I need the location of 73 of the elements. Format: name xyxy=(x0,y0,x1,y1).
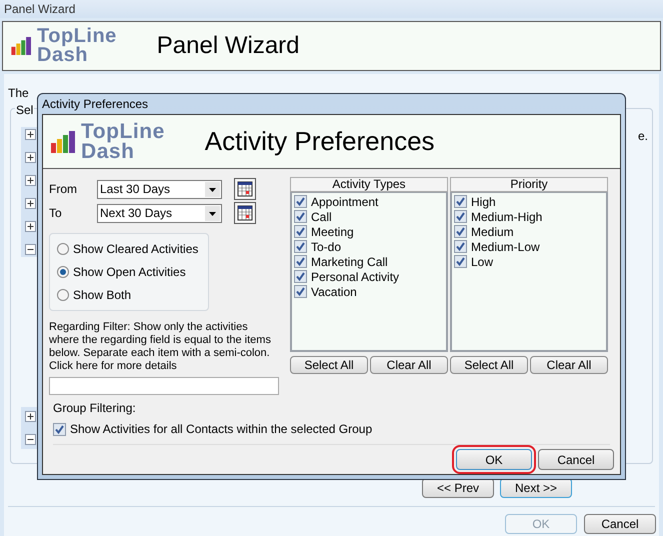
checkbox[interactable] xyxy=(294,240,307,253)
regarding-field[interactable] xyxy=(49,377,279,395)
list-item-label: High xyxy=(471,194,496,210)
intro-text: The xyxy=(7,85,30,102)
collapse-icon[interactable] xyxy=(25,244,36,255)
checkbox[interactable] xyxy=(454,255,467,268)
column-header: Activity Types xyxy=(290,177,448,192)
option-label: Show Open Activities xyxy=(73,264,186,281)
radio-button[interactable] xyxy=(57,266,69,278)
date-label: To xyxy=(49,205,63,222)
expand-icon[interactable] xyxy=(25,129,36,140)
checkbox[interactable] xyxy=(454,195,467,208)
list-item-label: Low xyxy=(471,254,494,270)
checkbox[interactable] xyxy=(294,255,307,268)
calendar-icon xyxy=(237,181,253,197)
radio-button[interactable] xyxy=(57,243,69,255)
list-item-label: Personal Activity xyxy=(311,268,400,286)
list-item-label: Vacation xyxy=(311,284,357,300)
dialog-title: Activity Preferences xyxy=(41,96,150,113)
option-label: Show Cleared Activities xyxy=(73,241,198,258)
wizard-title: Panel Wizard xyxy=(156,31,300,61)
logo-text: TopLine xyxy=(37,27,117,46)
calendar-button[interactable] xyxy=(234,202,256,224)
expand-icon[interactable] xyxy=(25,175,36,186)
date-label: From xyxy=(49,181,78,198)
list-item-label: Medium-High xyxy=(471,208,542,226)
logo-text: Dash xyxy=(37,46,88,65)
list-item-label: Call xyxy=(311,208,332,226)
regarding-filter-text: Regarding Filter: Show only the activities where the regarding field is equal to the items below. Separate each item with a semi-colon. Click here for more details xyxy=(49,321,272,373)
list-item-label: Appointment xyxy=(311,194,378,210)
description-text: e. xyxy=(638,128,648,145)
collapse-icon[interactable] xyxy=(25,434,36,445)
checkbox[interactable] xyxy=(294,210,307,223)
dialog-heading: Activity Preferences xyxy=(204,125,435,158)
bar-chart-icon xyxy=(51,130,77,152)
checkbox[interactable] xyxy=(294,285,307,298)
checkbox[interactable] xyxy=(454,210,467,223)
list-item-label: To-do xyxy=(311,238,342,256)
checkbox[interactable] xyxy=(454,225,467,238)
select-all-button[interactable]: Select All xyxy=(290,356,368,374)
list-item-label: Medium-Low xyxy=(471,238,540,256)
calendar-icon xyxy=(237,205,253,221)
expand-icon[interactable] xyxy=(25,411,36,422)
logo-text: Dash xyxy=(81,142,134,162)
bar-chart-icon xyxy=(11,37,33,55)
logo-text: TopLine xyxy=(81,122,165,142)
option-label: Show Both xyxy=(73,287,132,304)
group-filtering-label: Group Filtering: xyxy=(52,400,137,417)
calendar-button[interactable] xyxy=(234,178,256,200)
clear-all-button[interactable]: Clear All xyxy=(370,356,448,374)
select-all-button[interactable]: Select All xyxy=(450,356,528,374)
expand-icon[interactable] xyxy=(25,198,36,209)
list-item-label: Meeting xyxy=(311,224,354,240)
checkbox[interactable] xyxy=(53,422,66,436)
list-item-label: Medium xyxy=(471,224,514,240)
prev-button[interactable]: << Prev xyxy=(422,478,494,498)
cancel-button[interactable]: Cancel xyxy=(584,514,656,534)
clear-all-button[interactable]: Clear All xyxy=(530,356,608,374)
checkbox[interactable] xyxy=(294,195,307,208)
group-filtering-option: Show Activities for all Contacts within the selected Group xyxy=(70,420,372,438)
cancel-button[interactable]: Cancel xyxy=(538,449,614,470)
window-title: Panel Wizard xyxy=(0,0,663,18)
date-dropdown[interactable]: Last 30 Days xyxy=(97,180,222,198)
list-item-label: Marketing Call xyxy=(311,254,388,270)
checkbox[interactable] xyxy=(454,240,467,253)
checkbox[interactable] xyxy=(294,270,307,283)
column-header: Priority xyxy=(450,177,608,192)
date-dropdown[interactable]: Next 30 Days xyxy=(97,204,222,222)
expand-icon[interactable] xyxy=(25,152,36,163)
expand-icon[interactable] xyxy=(25,221,36,232)
radio-button[interactable] xyxy=(57,289,69,301)
next-button[interactable]: Next >> xyxy=(500,478,572,498)
checkbox[interactable] xyxy=(294,225,307,238)
